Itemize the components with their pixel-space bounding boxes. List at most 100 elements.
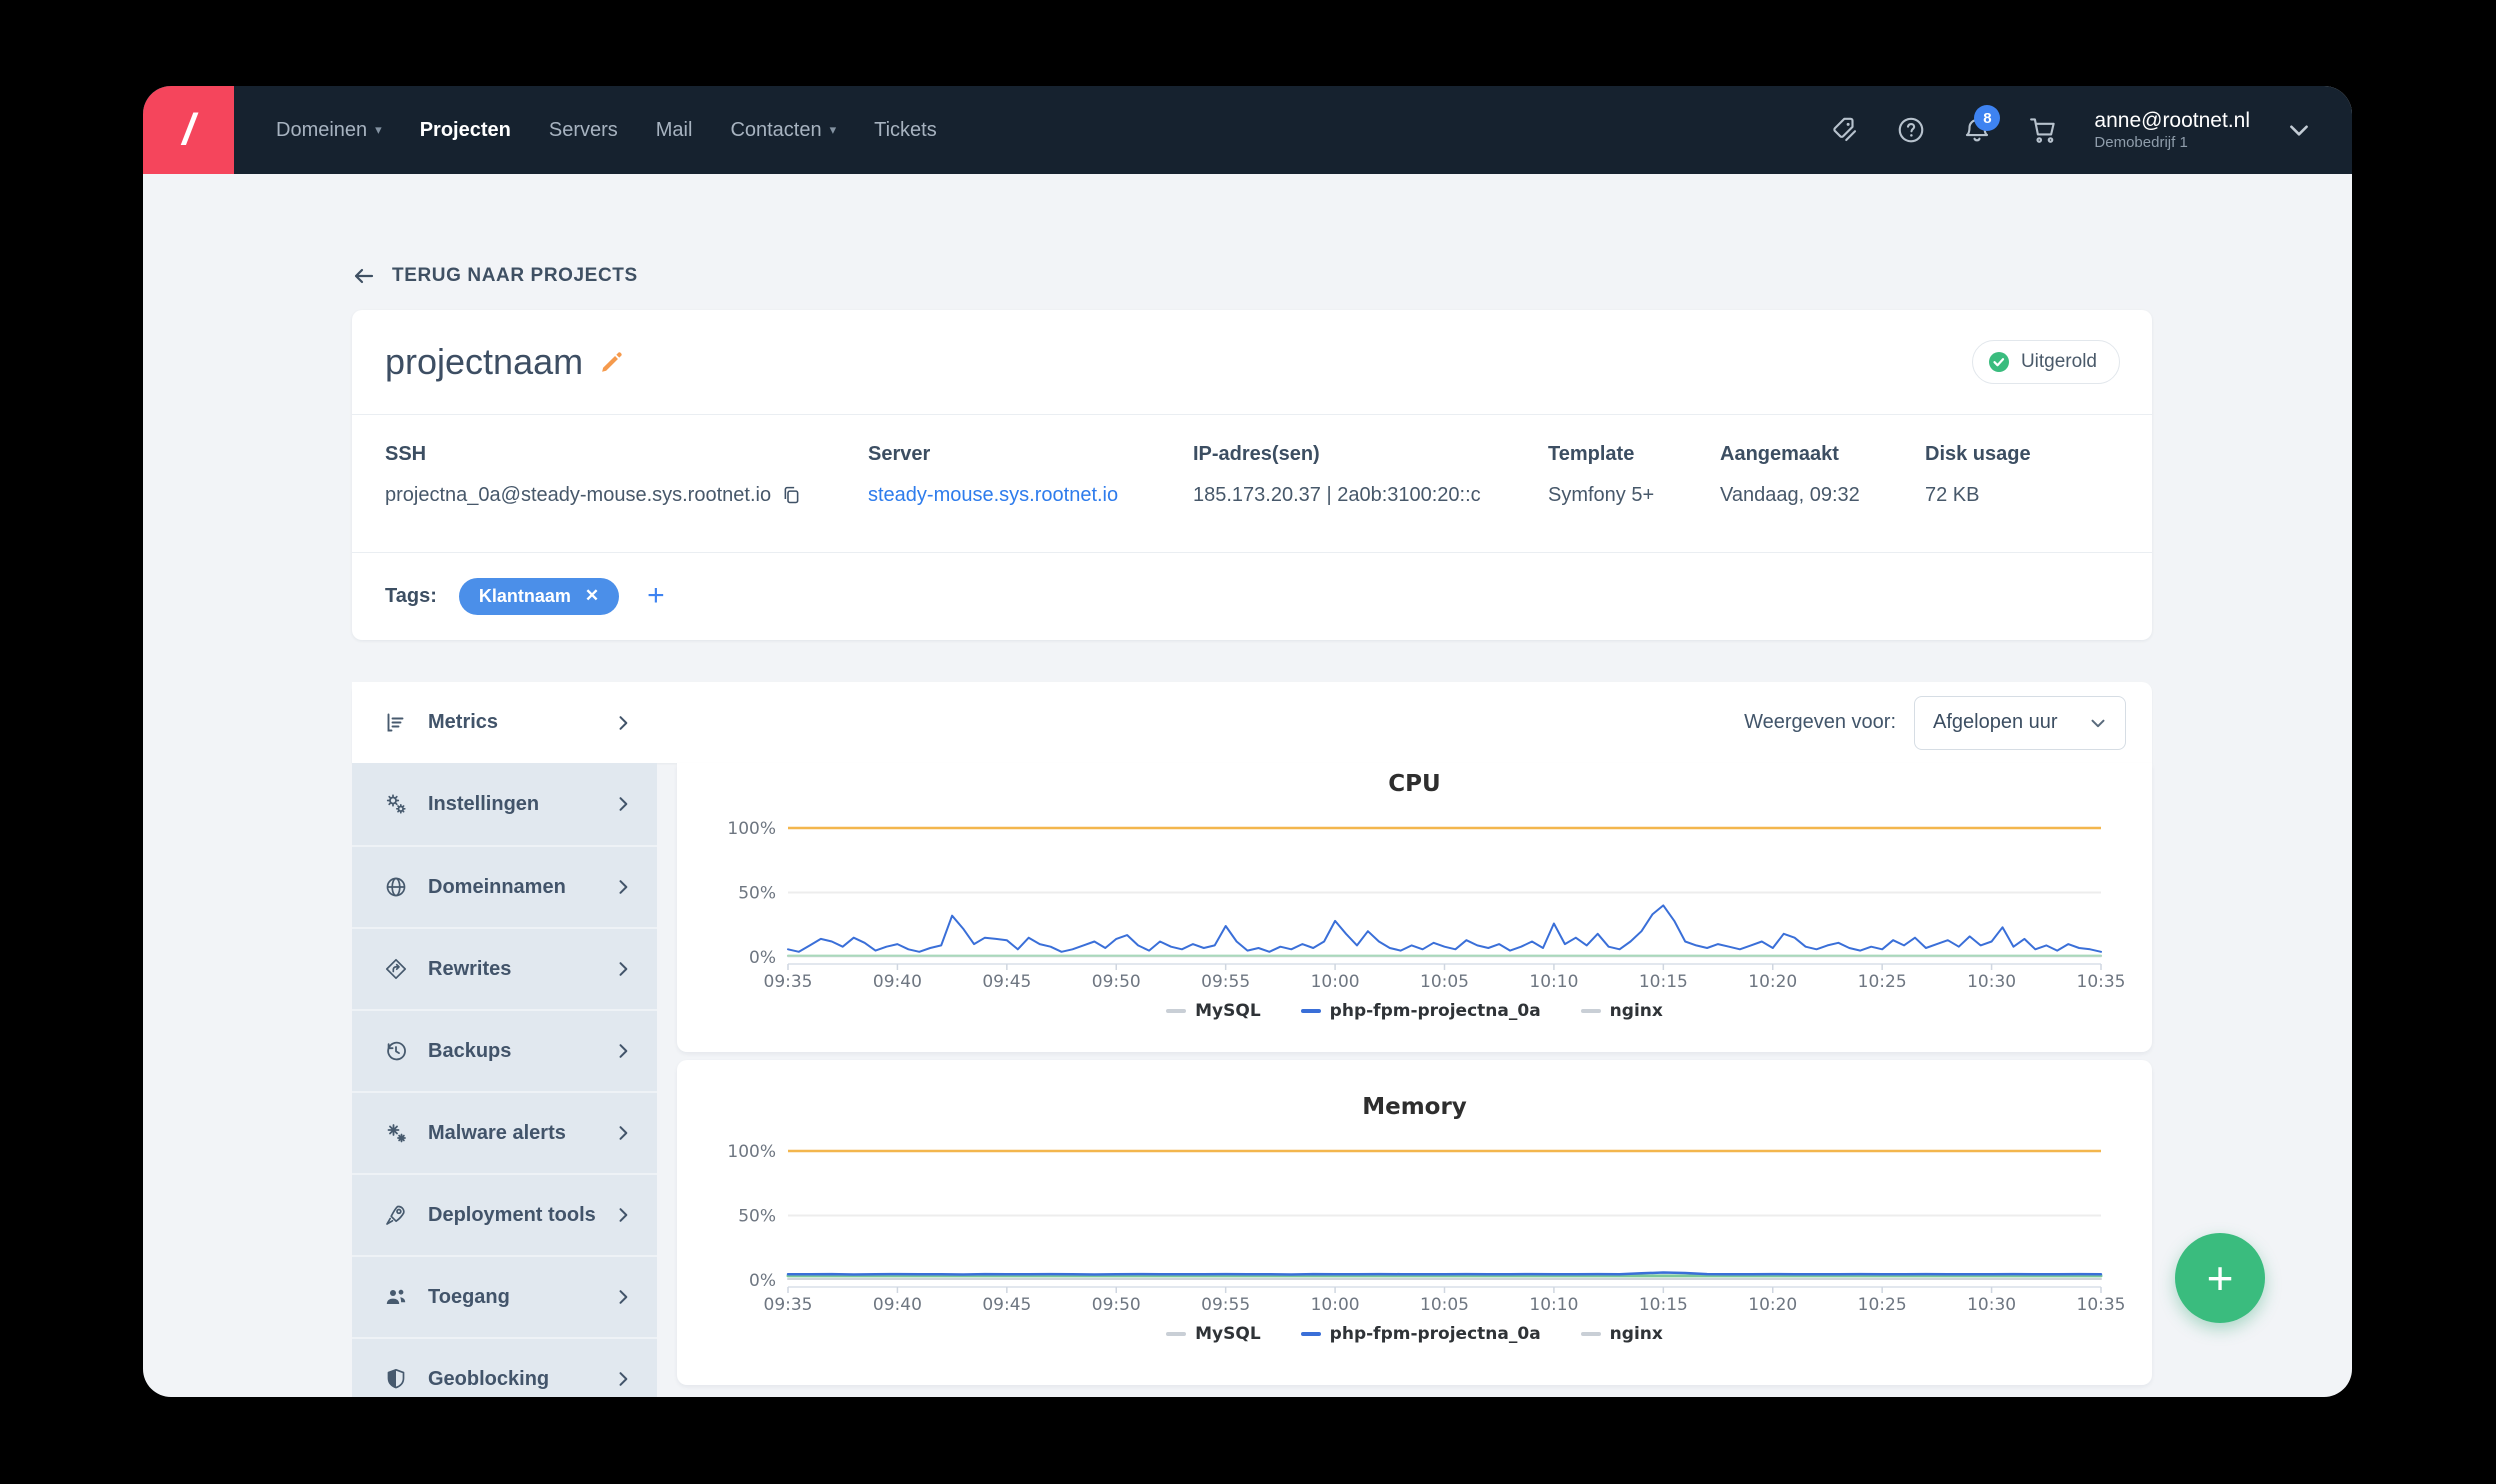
svg-text:10:25: 10:25: [1857, 972, 1906, 991]
nav-item-domeinen[interactable]: Domeinen ▾: [276, 119, 382, 142]
info-label: IP-adres(sen): [1193, 443, 1320, 465]
project-title-row: projectnaam Uitgerold: [352, 310, 2152, 415]
sidebar-item-malware-alerts[interactable]: Malware alerts: [352, 1091, 657, 1173]
page-title: projectnaam: [385, 341, 584, 382]
sidebar-item-label: Domeinnamen: [428, 875, 566, 898]
status-badge-label: Uitgerold: [2020, 351, 2097, 372]
edit-title-pencil-icon[interactable]: [599, 349, 625, 375]
add-tag-button[interactable]: +: [647, 581, 665, 611]
memory-chart: 09:35 09:40 09:45 09:50 09:55 10:00 10:05 10:10…: [727, 1142, 2125, 1314]
info-value: Vandaag, 09:32: [1720, 484, 1925, 507]
info-value-text: Symfony 5+: [1548, 484, 1655, 506]
info-value-text: steady-mouse.sys.rootnet.io: [868, 484, 1119, 506]
info-column-template: Template Symfony 5+: [1548, 443, 1720, 552]
legend-item-php-fpm-projectna-0a[interactable]: php-fpm-projectna_0a: [1300, 1001, 1541, 1021]
project-tags-row: Tags: Klantnaam ✕ +: [352, 553, 2152, 639]
sidebar-item-backups[interactable]: Backups: [352, 1009, 657, 1091]
project-info-row: SSH projectna_0a@steady-mouse.sys.rootnet…: [352, 415, 2152, 553]
metrics-icon: [384, 711, 408, 735]
period-filter: Weergeven voor: Afgelopen uur: [1744, 695, 2152, 750]
sidebar-item-metrics[interactable]: Metrics: [352, 681, 657, 764]
sidebar-item-toegang[interactable]: Toegang: [352, 1255, 657, 1337]
cpu-chart-title: CPU: [1388, 771, 1441, 797]
svg-text:09:55: 09:55: [1201, 972, 1250, 991]
shield-icon: [384, 1367, 408, 1391]
notifications-bell-icon[interactable]: 8: [1962, 105, 2001, 145]
legend-item-php-fpm-projectna-0a[interactable]: php-fpm-projectna_0a: [1300, 1324, 1541, 1344]
svg-text:09:40: 09:40: [872, 1295, 921, 1314]
legend-item-mysql[interactable]: MySQL: [1166, 1324, 1261, 1344]
svg-text:09:45: 09:45: [982, 972, 1031, 991]
chevron-down-icon: [2091, 719, 2105, 727]
legend-item-mysql[interactable]: MySQL: [1166, 1001, 1261, 1021]
sidebar-item-rewrites[interactable]: Rewrites: [352, 927, 657, 1009]
brand-logo[interactable]: /: [143, 86, 234, 174]
info-label: Aangemaakt: [1720, 443, 1839, 465]
period-filter-label: Weergeven voor:: [1744, 711, 1896, 733]
svg-text:10:30: 10:30: [1967, 1295, 2016, 1314]
legend-label: MySQL: [1195, 1001, 1261, 1021]
cart-icon[interactable]: [2028, 115, 2058, 145]
chevron-down-icon: ▾: [829, 122, 837, 137]
sidebar-item-domeinnamen[interactable]: Domeinnamen: [352, 845, 657, 927]
legend-item-nginx[interactable]: nginx: [1580, 1324, 1663, 1344]
back-to-projects-link[interactable]: TERUG NAAR PROJECTS: [352, 264, 638, 288]
rocket-icon: [384, 1203, 408, 1227]
svg-text:10:00: 10:00: [1310, 1295, 1359, 1314]
svg-text:50%: 50%: [738, 884, 776, 904]
memory-chart-card: Memory 09:35 09:40 09:45 09:50 09:55 10:00 10:…: [677, 1060, 2152, 1385]
nav-item-servers[interactable]: Servers: [549, 119, 618, 142]
svg-text:100%: 100%: [727, 1142, 776, 1162]
tags-icon[interactable]: [1830, 115, 1860, 145]
svg-text:10:10: 10:10: [1529, 972, 1578, 991]
svg-text:10:05: 10:05: [1420, 1295, 1469, 1314]
main-navigation: Domeinen ▾ Projecten Servers Mail Contacten ▾ T…: [276, 119, 937, 142]
sidebar-item-instellingen[interactable]: Instellingen: [352, 763, 657, 845]
nav-item-projecten[interactable]: Projecten: [420, 119, 511, 142]
svg-text:10:35: 10:35: [2076, 972, 2125, 991]
nav-item-tickets[interactable]: Tickets: [874, 119, 937, 142]
cpu-chart: 09:35 09:40 09:45 09:50 09:55 10:00 10:05 10:10…: [727, 819, 2125, 991]
memory-chart-legend: MySQL php-fpm-projectna_0a nginx: [677, 1324, 2152, 1344]
legend-marker: [1300, 1009, 1321, 1013]
info-column-ip-adres-sen-: IP-adres(sen) 185.173.20.37 | 2a0b:3100:2…: [1193, 443, 1548, 552]
user-menu-chevron-down-icon[interactable]: [2286, 117, 2312, 143]
tag-pill[interactable]: Klantnaam ✕: [458, 577, 620, 615]
status-badge: Uitgerold: [1971, 340, 2120, 384]
sidebar-item-label: Instellingen: [428, 792, 540, 815]
project-header-card: projectnaam Uitgerold SSH projectna_0a@st…: [352, 310, 2152, 640]
info-value-link[interactable]: steady-mouse.sys.rootnet.io: [868, 484, 1193, 507]
sidebar-item-label: Backups: [428, 1039, 512, 1062]
add-project-fab-button[interactable]: +: [2175, 1233, 2265, 1323]
copy-icon[interactable]: [781, 485, 802, 506]
info-value: projectna_0a@steady-mouse.sys.rootnet.io: [385, 484, 868, 507]
sidebar-item-geoblocking[interactable]: Geoblocking: [352, 1337, 657, 1397]
user-menu[interactable]: anne@rootnet.nl Demobedrijf 1: [2094, 108, 2250, 153]
history-icon: [384, 1039, 408, 1063]
svg-text:09:40: 09:40: [872, 972, 921, 991]
legend-label: php-fpm-projectna_0a: [1329, 1324, 1541, 1344]
nav-item-mail[interactable]: Mail: [656, 119, 693, 142]
legend-item-nginx[interactable]: nginx: [1580, 1001, 1663, 1021]
info-value-text: 185.173.20.37 | 2a0b:3100:20::c: [1193, 484, 1481, 506]
info-column-disk-usage: Disk usage 72 KB: [1925, 443, 2152, 552]
svg-text:10:00: 10:00: [1310, 972, 1359, 991]
rewrites-icon: [384, 957, 408, 981]
svg-text:10:25: 10:25: [1857, 1295, 1906, 1314]
chevron-down-icon: ▾: [375, 122, 382, 137]
cpu-chart-card: CPU 09:35 09:40 09:45 09:50 09:55 10:00 10:05 1…: [677, 763, 2152, 1052]
svg-text:09:35: 09:35: [763, 1295, 812, 1314]
svg-text:10:15: 10:15: [1638, 1295, 1687, 1314]
period-select[interactable]: Afgelopen uur: [1914, 695, 2126, 750]
arrow-left-icon: [354, 268, 374, 284]
nav-item-contacten[interactable]: Contacten ▾: [730, 119, 836, 142]
info-label: SSH: [385, 443, 427, 465]
chevron-right-icon: [613, 794, 633, 814]
svg-text:09:45: 09:45: [982, 1295, 1031, 1314]
sidebar-item-deployment-tools[interactable]: Deployment tools: [352, 1173, 657, 1255]
malware-icon: [384, 1121, 408, 1145]
remove-tag-icon[interactable]: ✕: [585, 586, 599, 606]
help-icon[interactable]: [1896, 115, 1926, 145]
svg-text:0%: 0%: [749, 1271, 776, 1291]
info-label: Disk usage: [1925, 443, 2031, 465]
